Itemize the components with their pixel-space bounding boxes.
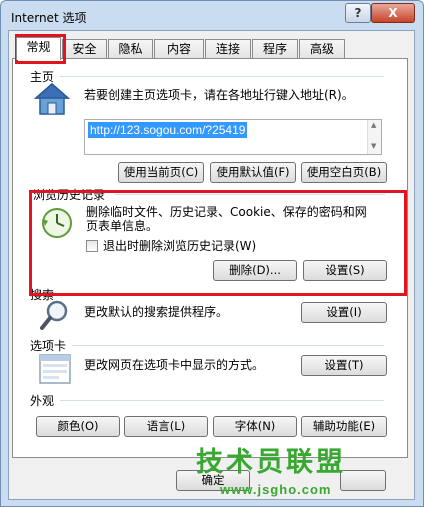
tabbed-window-icon: [38, 353, 72, 385]
tabs-description: 更改网页在选项卡中显示的方式。: [84, 358, 265, 372]
scroll-down-icon[interactable]: ▼: [371, 142, 376, 150]
home-divider: [60, 76, 384, 77]
home-description: 若要创建主页选项卡，请在各地址行键入地址(R)。: [84, 88, 354, 102]
tab-programs-label: 程序: [262, 42, 287, 56]
home-url-value: http://123.sogou.com/?25419: [88, 122, 248, 138]
help-button[interactable]: ?: [345, 3, 371, 23]
tabs-section-title: 选项卡: [30, 339, 67, 353]
use-current-button[interactable]: 使用当前页(C): [118, 162, 204, 183]
magnifier-icon: [38, 298, 72, 332]
colors-button[interactable]: 颜色(O): [36, 416, 120, 437]
tab-advanced[interactable]: 高级: [299, 39, 345, 59]
url-scrollbar[interactable]: ▲ ▼: [367, 120, 381, 154]
languages-button[interactable]: 语言(L): [124, 416, 208, 437]
home-url-textarea[interactable]: http://123.sogou.com/?25419 ▲ ▼: [84, 119, 382, 155]
tab-content-label: 内容: [166, 42, 191, 56]
search-description: 更改默认的搜索提供程序。: [84, 305, 229, 319]
tab-general-label: 常规: [26, 40, 51, 54]
house-icon: [34, 82, 70, 116]
tab-security[interactable]: 安全: [62, 39, 107, 59]
search-settings-button[interactable]: 设置(I): [301, 302, 387, 323]
tab-connections[interactable]: 连接: [205, 39, 251, 59]
watermark-title: 技术员联盟: [196, 447, 346, 478]
appearance-divider: [60, 400, 384, 401]
tabs-settings-button[interactable]: 设置(T): [301, 355, 387, 376]
tabs-divider: [72, 345, 384, 346]
tab-content[interactable]: 内容: [154, 39, 204, 59]
use-default-button[interactable]: 使用默认值(F): [210, 162, 296, 183]
apply-button-partial[interactable]: [340, 470, 386, 491]
scroll-up-icon[interactable]: ▲: [371, 121, 376, 129]
tab-advanced-label: 高级: [309, 42, 334, 56]
accessibility-button[interactable]: 辅助功能(E): [301, 416, 387, 437]
title-bar[interactable]: Internet 选项 ? X: [1, 1, 423, 31]
tab-general[interactable]: 常规: [16, 37, 61, 60]
tab-privacy-label: 隐私: [118, 42, 143, 56]
tab-privacy[interactable]: 隐私: [108, 39, 153, 59]
tab-connections-label: 连接: [215, 42, 240, 56]
fonts-button[interactable]: 字体(N): [213, 416, 297, 437]
window-title: Internet 选项: [11, 11, 87, 25]
close-button[interactable]: X: [371, 3, 415, 23]
tab-programs[interactable]: 程序: [252, 39, 298, 59]
appearance-section-title: 外观: [30, 394, 55, 408]
watermark-url: www.jsgho.com: [220, 482, 332, 497]
tab-security-label: 安全: [72, 42, 97, 56]
use-blank-button[interactable]: 使用空白页(B): [301, 162, 387, 183]
highlight-history-section: [29, 190, 407, 296]
